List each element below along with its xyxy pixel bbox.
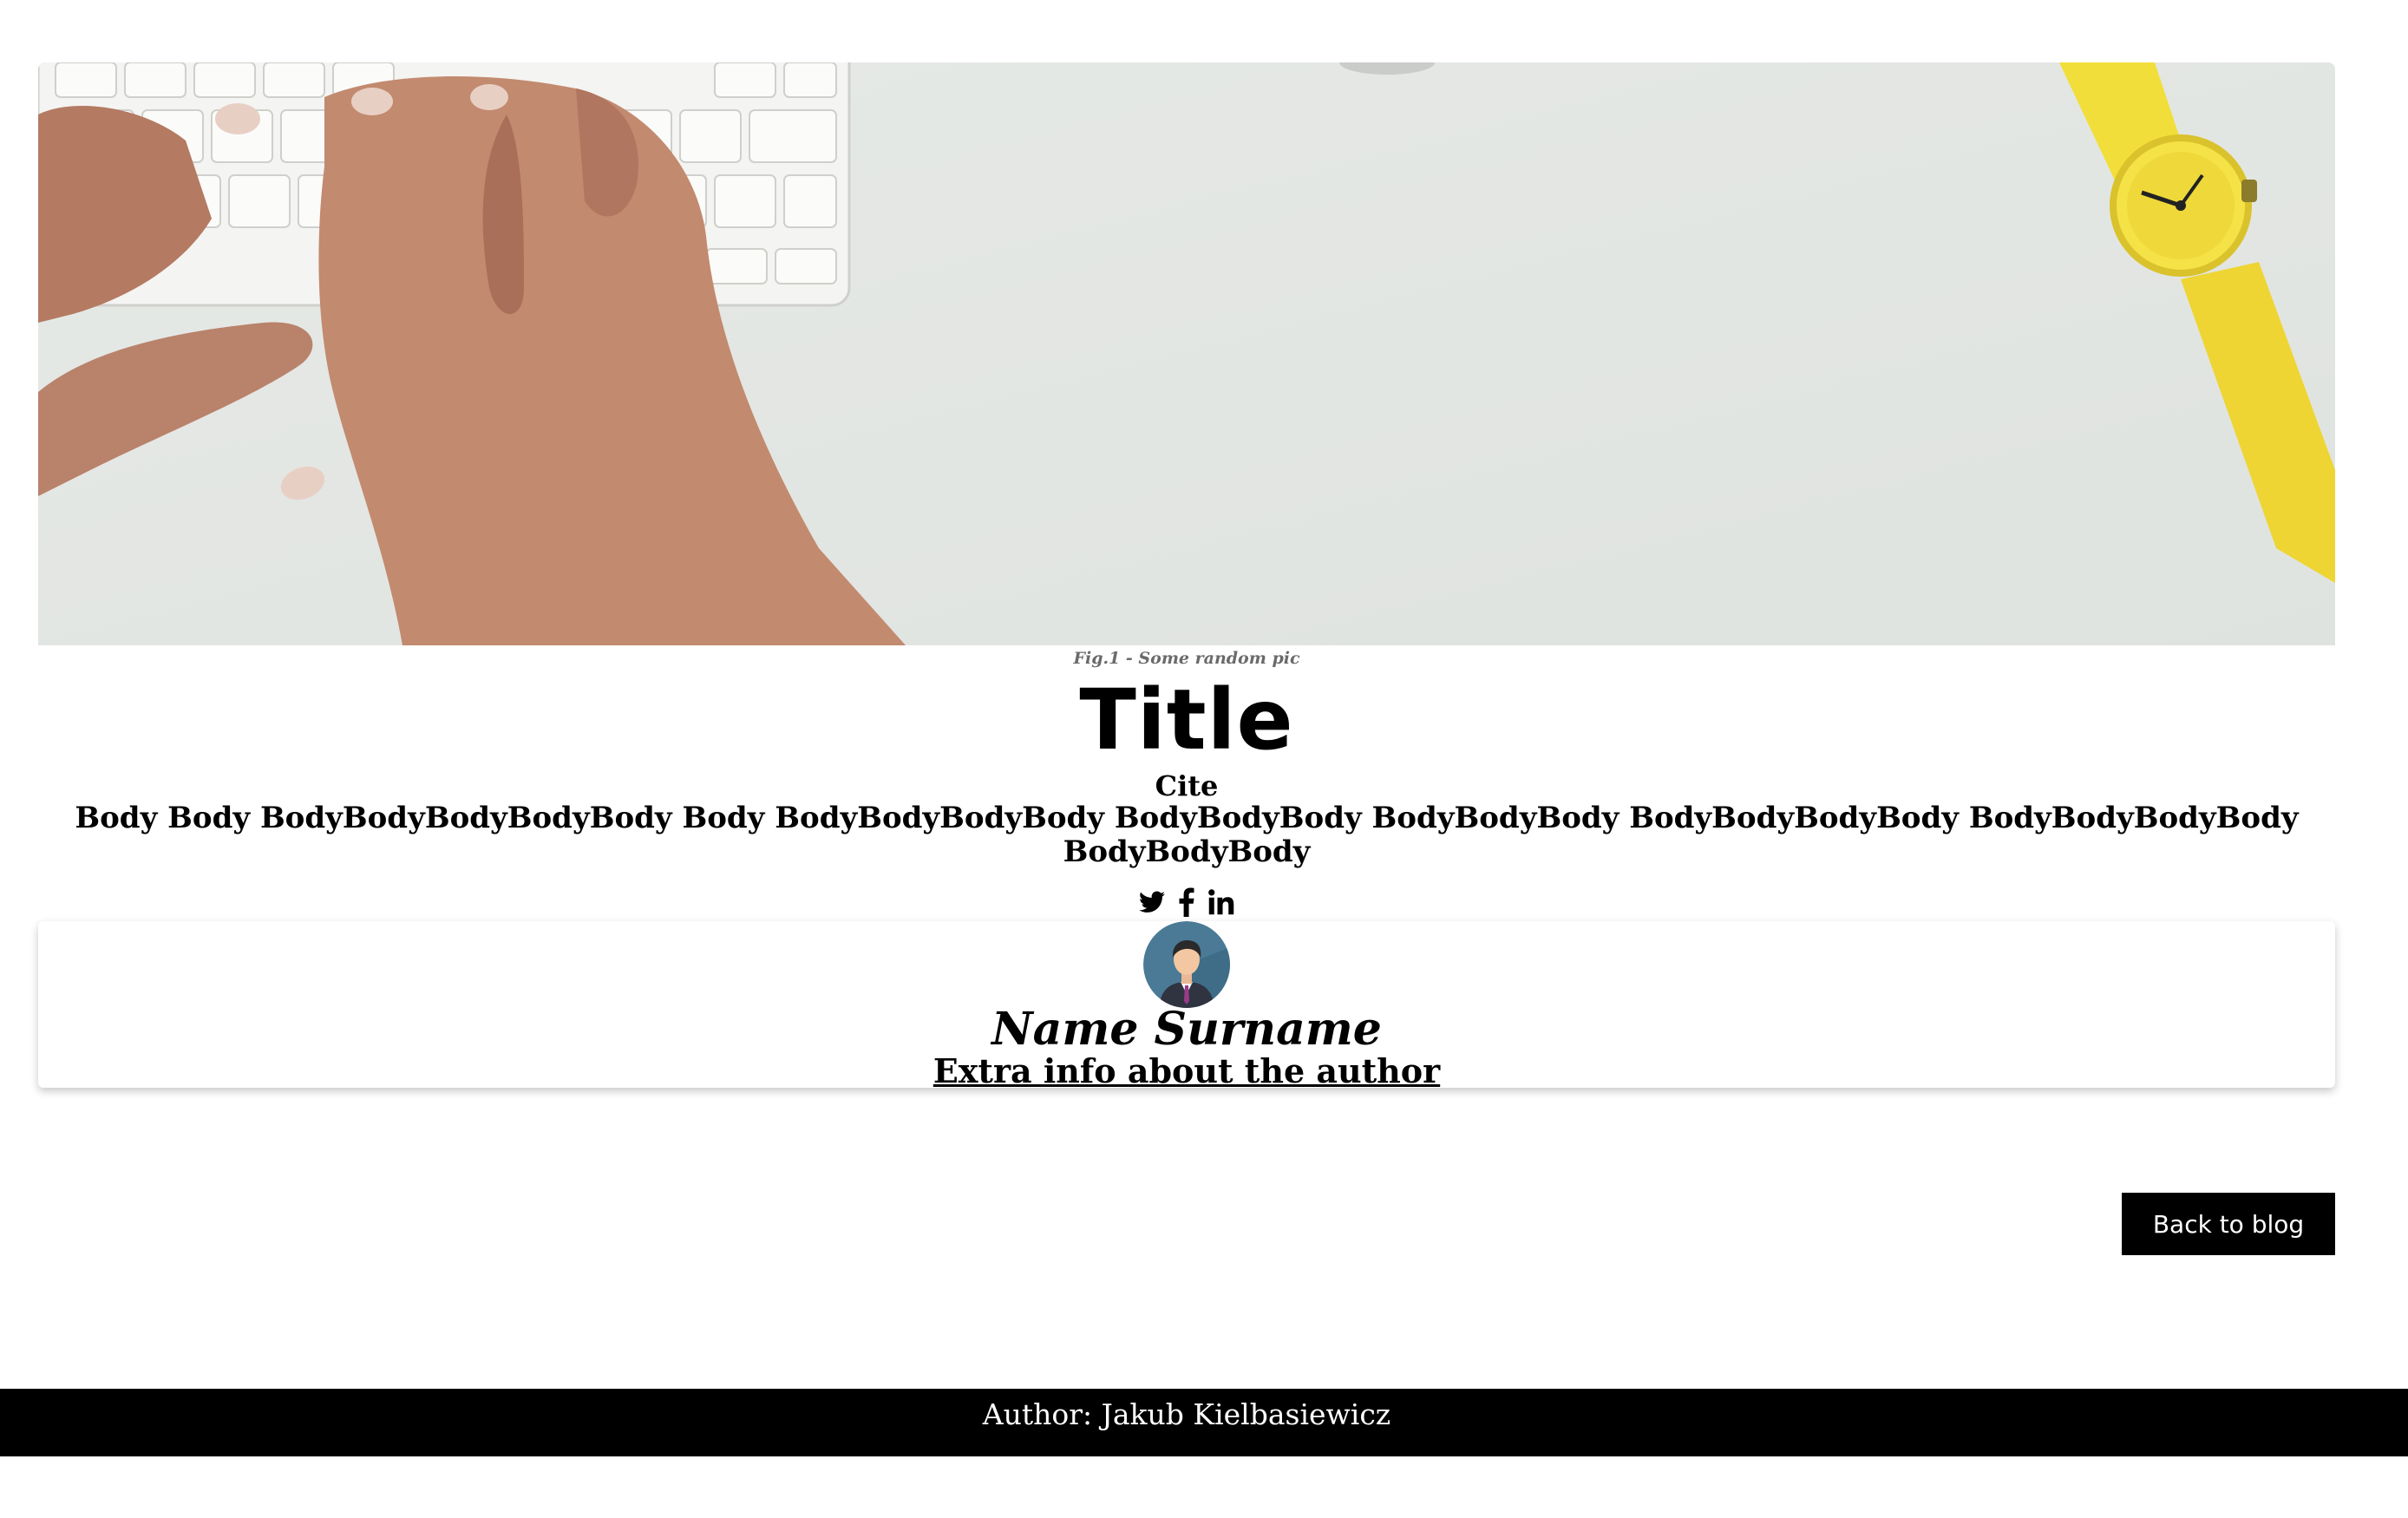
share-links	[0, 883, 2373, 921]
hero-image	[38, 62, 2335, 645]
footer-author-text: Author: Jakub Kielbasiewicz	[982, 1397, 1391, 1431]
twitter-icon[interactable]	[1139, 891, 1165, 913]
page-footer: Author: Jakub Kielbasiewicz	[0, 1389, 2408, 1456]
article-title: Title	[1079, 671, 1294, 769]
back-to-blog-button[interactable]: Back to blog	[2122, 1193, 2335, 1255]
article-body: Body Body BodyBodyBodyBodyBody Body Body…	[75, 801, 2299, 869]
person-icon	[1143, 921, 1230, 1008]
article-cite: Cite	[1155, 769, 1219, 802]
hero-caption: Fig.1 - Some random pic	[1073, 649, 1300, 668]
hero-photo	[38, 62, 2335, 645]
linkedin-icon[interactable]	[1208, 889, 1234, 915]
avatar	[1143, 921, 1230, 1008]
author-extra-link[interactable]: Extra info about the author	[38, 1051, 2335, 1091]
author-card: Name Surname Extra info about the author	[38, 921, 2335, 1091]
facebook-icon[interactable]	[1179, 887, 1194, 917]
author-name: Name Surname	[991, 1003, 1382, 1056]
